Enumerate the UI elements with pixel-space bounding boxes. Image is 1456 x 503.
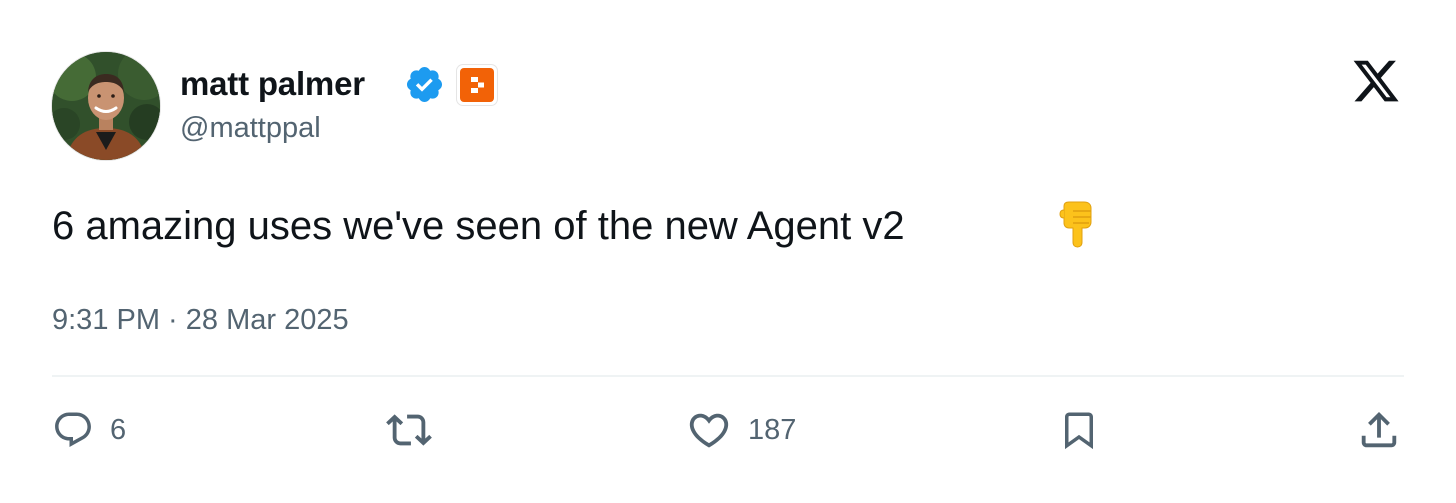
avatar[interactable] (52, 52, 160, 160)
author-handle[interactable]: @mattppal (180, 110, 321, 146)
heart-icon (689, 413, 729, 448)
like-button[interactable]: 187 (686, 408, 796, 452)
bookmark-button[interactable] (1058, 408, 1100, 452)
bookmark-icon (1065, 412, 1093, 450)
retweet-icon (386, 414, 432, 446)
like-count: 187 (748, 414, 797, 446)
share-button[interactable] (1356, 408, 1402, 452)
retweet-button[interactable] (386, 408, 432, 452)
verified-badge-icon (406, 66, 443, 103)
affiliate-badge-icon[interactable] (457, 65, 497, 105)
x-logo-icon[interactable] (1351, 56, 1401, 106)
reply-icon (55, 412, 91, 447)
pointing-down-emoji-icon (1059, 201, 1092, 248)
tweet-text: 6 amazing uses we've seen of the new Age… (52, 204, 905, 248)
reply-button[interactable]: 6 (52, 408, 126, 452)
tweet-timestamp[interactable]: 9:31 PM · 28 Mar 2025 (52, 302, 349, 338)
tweet-card: matt palmer @mattppal 6 amazing uses we'… (0, 0, 1456, 503)
author-name[interactable]: matt palmer (180, 64, 365, 104)
divider (52, 375, 1404, 377)
avatar-photo (52, 52, 160, 160)
replit-logo-icon (471, 77, 484, 93)
share-icon (1361, 411, 1397, 448)
reply-count: 6 (110, 414, 127, 446)
